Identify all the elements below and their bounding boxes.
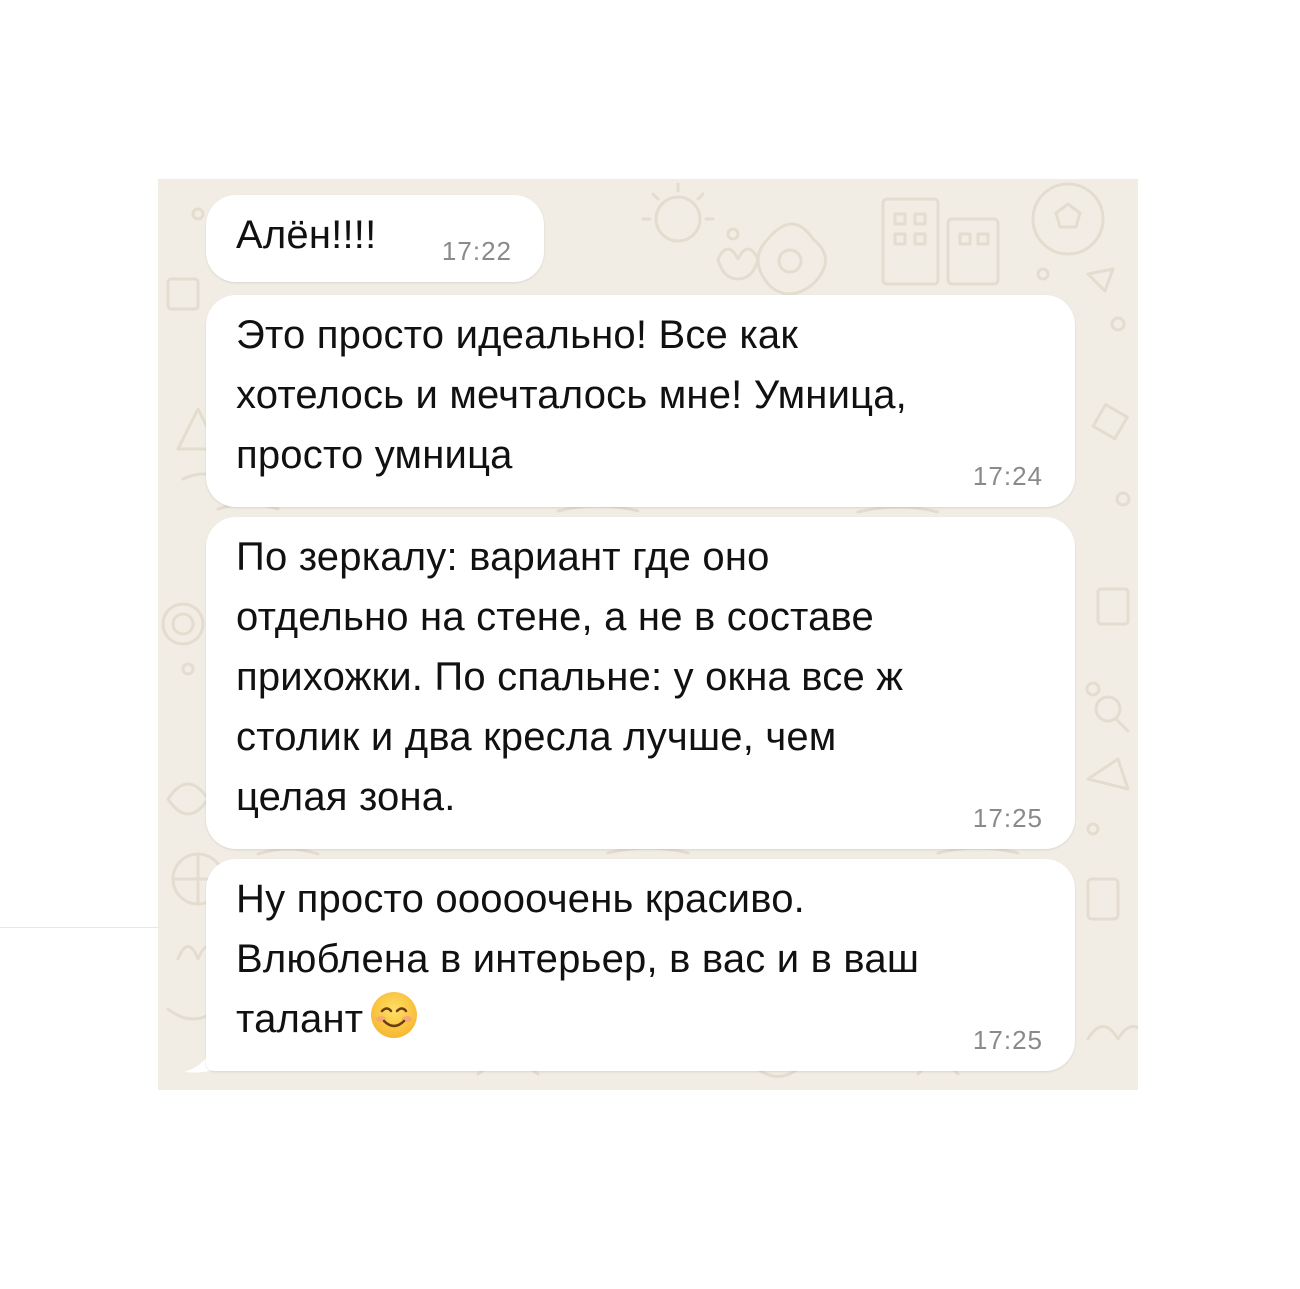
screenshot-page: Алён!!!! 17:22 Это просто идеально! Все … — [0, 0, 1300, 1289]
message-bubble-4[interactable]: Ну просто ооооочень красиво. Влюблена в … — [206, 859, 1075, 1071]
message-text: Ну просто ооооочень красиво. Влюблена в … — [236, 869, 919, 1049]
message-text-content: Ну просто ооооочень красиво. Влюблена в … — [236, 877, 920, 1041]
message-bubble-1[interactable]: Алён!!!! 17:22 — [206, 195, 544, 282]
chat-area[interactable]: Алён!!!! 17:22 Это просто идеально! Все … — [158, 179, 1138, 1090]
message-timestamp: 17:25 — [972, 803, 1043, 833]
smiling-face-icon — [371, 992, 418, 1038]
message-text: По зеркалу: вариант где оно отдельно на … — [236, 535, 904, 819]
message-timestamp: 17:24 — [972, 461, 1043, 491]
divider-line — [0, 927, 158, 928]
message-text: Это просто идеально! Все как хотелось и … — [236, 313, 907, 477]
message-text: Алён!!!! — [236, 213, 377, 257]
message-timestamp: 17:25 — [972, 1025, 1043, 1055]
message-bubble-3[interactable]: По зеркалу: вариант где оно отдельно на … — [206, 517, 1075, 849]
message-bubble-2[interactable]: Это просто идеально! Все как хотелось и … — [206, 295, 1075, 507]
message-timestamp: 17:22 — [441, 236, 512, 266]
